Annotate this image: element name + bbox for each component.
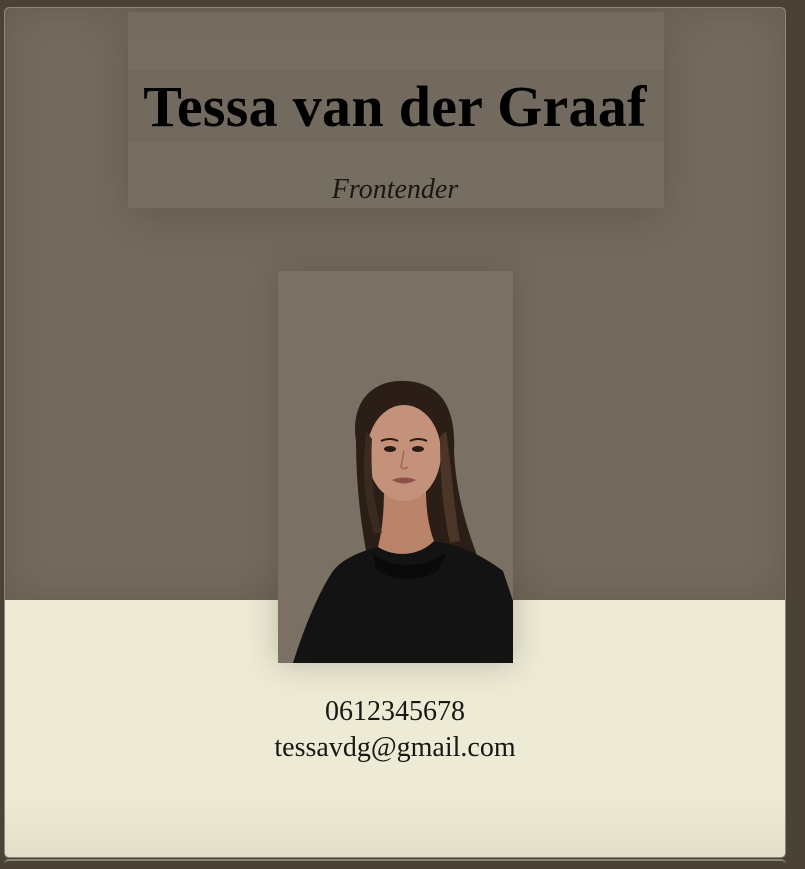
profile-photo (278, 271, 513, 663)
profile-role: Frontender (331, 174, 459, 205)
phone-number: 0612345678 (325, 696, 465, 727)
email-address: tessavdg@gmail.com (274, 732, 516, 763)
portrait-illustration (278, 271, 513, 663)
profile-name: Tessa van der Graaf (143, 74, 647, 139)
contact-info: 0612345678 tessavdg@gmail.com (5, 694, 785, 766)
profile-card: Tessa van der Graaf Frontender 061234567… (4, 7, 786, 858)
bottom-shadow (5, 797, 785, 857)
next-card-edge (4, 859, 786, 869)
